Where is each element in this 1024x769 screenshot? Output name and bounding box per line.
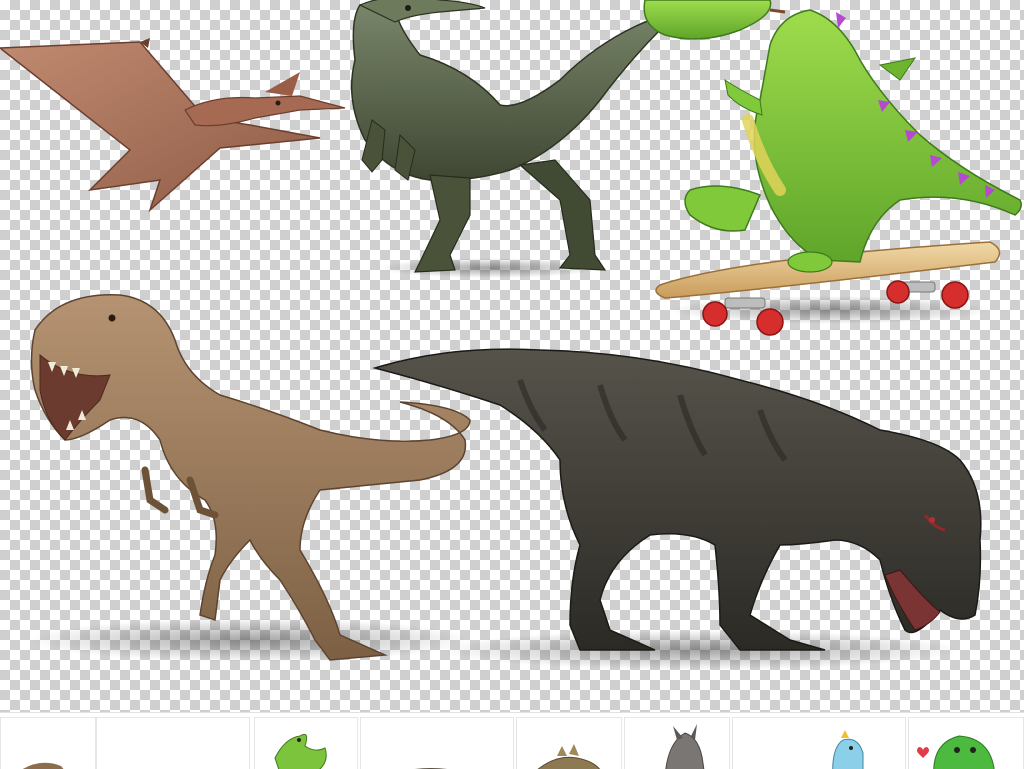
thumbnail-cartoon-dinosaur-blue[interactable] xyxy=(732,717,906,769)
thumbnail-cartoon-dinosaur-heart[interactable] xyxy=(908,717,1024,769)
dinosaur-collage xyxy=(0,0,1022,670)
thumbnail-stegosaurus[interactable] xyxy=(516,717,622,769)
thumbnail-cartoon-dinosaur-green[interactable] xyxy=(254,717,358,769)
image-canvas xyxy=(0,0,1024,712)
thumbnail-triceratops-grey[interactable] xyxy=(624,717,730,769)
thumbnail-dinosaur[interactable] xyxy=(360,717,514,769)
cartoon-dragon-skateboard xyxy=(643,0,1022,336)
raptor xyxy=(350,0,662,278)
pteranodon xyxy=(0,38,346,213)
thumbnail-dinosaur-dark[interactable] xyxy=(96,717,250,769)
tyrannosaurus-dark xyxy=(372,348,982,670)
thumbnail-dinosaur-brown[interactable] xyxy=(0,717,96,769)
tyrannosaurus-brown xyxy=(30,294,471,662)
thumbnail-strip xyxy=(0,712,1024,769)
